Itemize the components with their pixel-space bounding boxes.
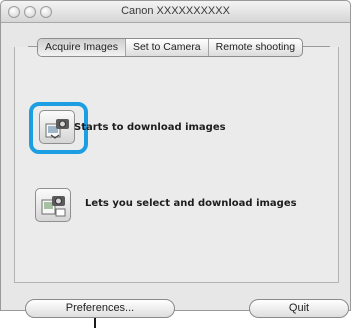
quit-button[interactable]: Quit bbox=[249, 299, 349, 318]
download-images-label: Starts to download images bbox=[74, 122, 226, 133]
callout-pointer-line bbox=[94, 318, 96, 328]
image-select-icon bbox=[41, 196, 66, 217]
tab-bar: Acquire Images Set to Camera Remote shoo… bbox=[37, 38, 304, 57]
window-title: Canon XXXXXXXXXX bbox=[121, 5, 230, 17]
tab-set-to-camera[interactable]: Set to Camera bbox=[126, 39, 209, 56]
select-download-images-label: Lets you select and download images bbox=[85, 198, 297, 209]
title-bar: Canon XXXXXXXXXX bbox=[1, 1, 350, 23]
tab-remote-shooting[interactable]: Remote shooting bbox=[209, 39, 302, 56]
select-download-images-button[interactable] bbox=[35, 188, 71, 222]
app-window: Canon XXXXXXXXXX Acquire Images Set to C… bbox=[0, 0, 351, 318]
preferences-button[interactable]: Preferences... bbox=[25, 299, 175, 318]
tab-acquire-images[interactable]: Acquire Images bbox=[38, 39, 126, 56]
tab-content-panel bbox=[14, 47, 339, 283]
